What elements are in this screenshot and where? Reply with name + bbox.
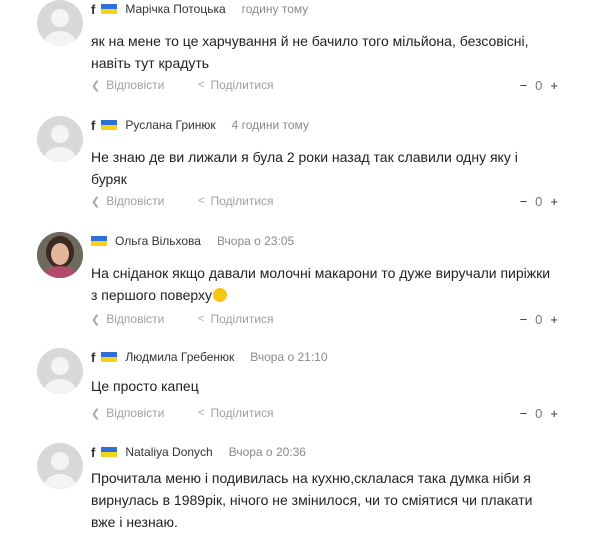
comment-text: На сніданок якщо давали молочні макарони… [91, 262, 561, 306]
share-button[interactable]: < Поділитися [198, 406, 274, 420]
avatar [37, 443, 83, 489]
comment-text: як на мене то це харчування й не бачило … [91, 30, 561, 74]
upvote-button[interactable]: + [550, 194, 558, 209]
author-name[interactable]: Ольга Вільхова [115, 234, 201, 248]
vote-control: − 0 + [512, 312, 558, 327]
reply-icon: ❮ [91, 407, 101, 420]
downvote-button[interactable]: − [520, 194, 528, 209]
comment-meta: f Людмила Гребенюк Вчора о 21:10 [91, 348, 328, 366]
ukraine-flag-icon [101, 447, 118, 457]
share-icon: < [198, 79, 205, 91]
share-icon: < [198, 195, 205, 207]
comment-text: Не знаю де ви лижали я була 2 роки назад… [91, 146, 561, 190]
avatar [37, 232, 83, 278]
comment-meta: f Руслана Гринюк 4 години тому [91, 116, 309, 134]
reply-icon: ❮ [91, 313, 101, 326]
share-icon: < [198, 313, 205, 325]
share-label: Поділитися [210, 194, 274, 208]
comment-line: Це просто капец [91, 378, 199, 394]
author-name[interactable]: Nataliya Donych [125, 445, 212, 459]
comment-line: з першого поверху [91, 287, 213, 303]
comment-line: вже і незнаю. [91, 514, 178, 530]
share-label: Поділитися [210, 78, 274, 92]
comment-meta: f Марічка Потоцька годину тому [91, 0, 308, 18]
author-name[interactable]: Марічка Потоцька [125, 2, 225, 16]
comment-line: Не знаю де ви лижали я була 2 роки назад… [91, 149, 518, 165]
comment-line: навіть тут крадуть [91, 55, 210, 71]
vote-count: 0 [535, 194, 543, 209]
reply-button[interactable]: ❮ Відповісти [91, 78, 164, 92]
ukraine-flag-icon [101, 4, 118, 14]
reply-label: Відповісти [106, 312, 165, 326]
downvote-button[interactable]: − [520, 406, 528, 421]
share-button[interactable]: < Поділитися [198, 194, 274, 208]
comment-line: як на мене то це харчування й не бачило … [91, 33, 529, 49]
vote-count: 0 [535, 78, 543, 93]
facebook-icon: f [91, 1, 96, 17]
facebook-icon: f [91, 349, 96, 365]
comment-text: Це просто капец [91, 375, 561, 397]
reply-icon: ❮ [91, 79, 101, 92]
downvote-button[interactable]: − [520, 312, 528, 327]
comment-meta: f Nataliya Donych Вчора о 20:36 [91, 443, 306, 461]
vote-control: − 0 + [512, 194, 558, 209]
reply-label: Відповісти [106, 406, 165, 420]
avatar [37, 0, 83, 46]
comment-text: Прочитала меню і подивилась на кухню,скл… [91, 467, 561, 533]
upvote-button[interactable]: + [550, 312, 558, 327]
avatar [37, 116, 83, 162]
comment-line: На сніданок якщо давали молочні макарони… [91, 265, 551, 281]
comment-meta: Ольга Вільхова Вчора о 23:05 [91, 232, 294, 250]
facebook-icon: f [91, 117, 96, 133]
author-name[interactable]: Людмила Гребенюк [125, 350, 234, 364]
comment-line: вирнулась в 1989рік, нічого не змінилося… [91, 492, 533, 508]
reply-icon: ❮ [91, 195, 101, 208]
share-button[interactable]: < Поділитися [198, 312, 274, 326]
vote-count: 0 [535, 406, 543, 421]
upvote-button[interactable]: + [550, 78, 558, 93]
share-label: Поділитися [210, 312, 274, 326]
share-icon: < [198, 407, 205, 419]
reply-button[interactable]: ❮ Відповісти [91, 406, 164, 420]
comment-actions: ❮ Відповісти < Поділитися − 0 + [91, 406, 558, 424]
ukraine-flag-icon [101, 352, 118, 362]
comment-actions: ❮ Відповісти < Поділитися − 0 + [91, 194, 558, 212]
reply-label: Відповісти [106, 194, 165, 208]
share-button[interactable]: < Поділитися [198, 78, 274, 92]
comment-time: годину тому [241, 2, 309, 16]
facebook-icon: f [91, 444, 96, 460]
upvote-button[interactable]: + [550, 406, 558, 421]
reply-button[interactable]: ❮ Відповісти [91, 312, 164, 326]
reply-label: Відповісти [106, 78, 165, 92]
vote-count: 0 [535, 312, 543, 327]
share-label: Поділитися [210, 406, 274, 420]
reply-button[interactable]: ❮ Відповісти [91, 194, 164, 208]
comment-actions: ❮ Відповісти < Поділитися − 0 + [91, 78, 558, 96]
comment-time: Вчора о 23:05 [216, 234, 295, 248]
comment-actions: ❮ Відповісти < Поділитися − 0 + [91, 312, 558, 330]
avatar [37, 348, 83, 394]
comment-line: буряк [91, 171, 127, 187]
ukraine-flag-icon [101, 120, 118, 130]
comment-time: 4 години тому [231, 118, 309, 132]
vote-control: − 0 + [512, 78, 558, 93]
comment-time: Вчора о 20:36 [228, 445, 306, 459]
comment-time: Вчора о 21:10 [250, 350, 328, 364]
comment-line: Прочитала меню і подивилась на кухню,скл… [91, 470, 531, 486]
smile-emoji-icon [213, 288, 228, 302]
author-name[interactable]: Руслана Гринюк [125, 118, 215, 132]
downvote-button[interactable]: − [520, 78, 528, 93]
vote-control: − 0 + [512, 406, 558, 421]
ukraine-flag-icon [91, 236, 107, 246]
